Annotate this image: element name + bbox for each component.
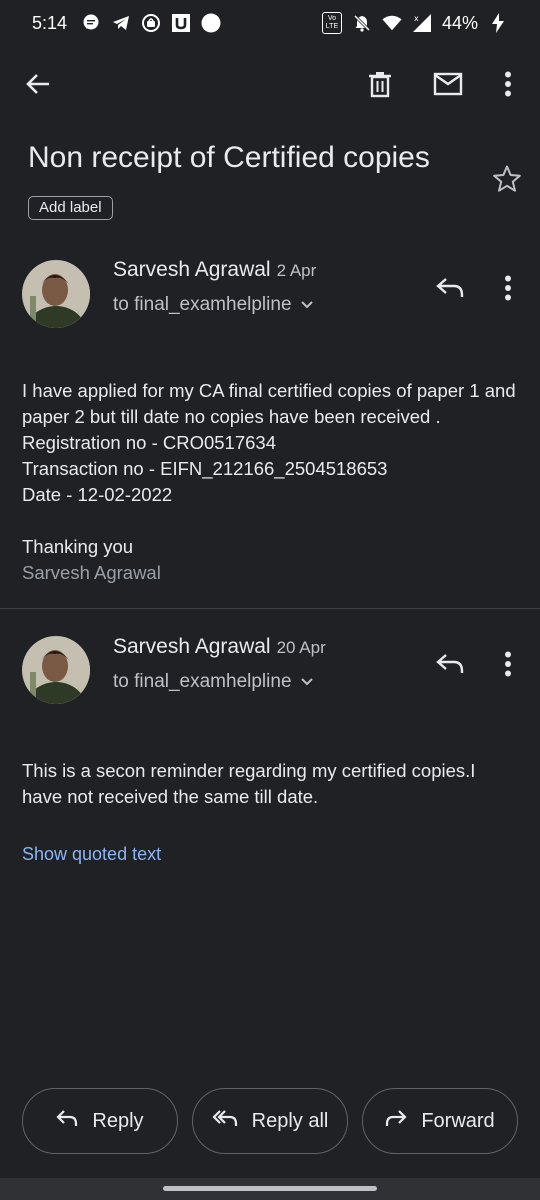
star-button[interactable] — [488, 162, 526, 200]
forward-pill-button[interactable]: Forward — [362, 1088, 518, 1154]
forward-icon — [385, 1109, 407, 1133]
svg-text:x: x — [414, 14, 419, 23]
recipient-details[interactable]: to final_examhelpline — [113, 671, 314, 693]
sender-name: Sarvesh Agrawal 20 Apr — [113, 635, 326, 659]
reply-all-icon — [212, 1109, 238, 1133]
u-app-icon — [171, 13, 191, 33]
sender-name: Sarvesh Agrawal 2 Apr — [113, 258, 316, 282]
more-options-button[interactable] — [486, 64, 530, 108]
avatar[interactable] — [22, 260, 90, 328]
trash-icon — [367, 70, 393, 103]
wifi-icon — [382, 13, 402, 33]
chat-icon — [81, 13, 101, 33]
show-quoted-text-link[interactable]: Show quoted text — [22, 844, 161, 865]
gesture-handle[interactable] — [163, 1186, 377, 1191]
body-line: Date - 12-02-2022 — [22, 484, 173, 505]
delete-button[interactable] — [358, 64, 402, 108]
forward-label: Forward — [421, 1109, 495, 1132]
top-toolbar — [0, 56, 540, 116]
reply-button[interactable] — [428, 644, 472, 688]
reply-icon — [56, 1109, 78, 1133]
reply-all-label: Reply all — [251, 1109, 329, 1132]
status-left: 5:14 — [32, 13, 221, 34]
status-bar: 5:14 Vo LTE x 44% — [0, 0, 540, 46]
bottom-action-bar: Reply Reply all Forward — [0, 1088, 540, 1154]
chevron-down-icon — [300, 671, 314, 693]
recipient-label: to final_examhelpline — [113, 671, 292, 692]
body-line: This is a secon reminder regarding my ce… — [22, 760, 476, 807]
body-line: Transaction no - EIFN_212166_2504518653 — [22, 458, 388, 479]
avatar[interactable] — [22, 636, 90, 704]
reply-button[interactable] — [428, 268, 472, 312]
body-line: Registration no - CRO0517634 — [22, 432, 277, 453]
back-button[interactable] — [16, 64, 60, 108]
charging-bolt-icon — [488, 13, 508, 33]
more-vert-icon — [504, 71, 512, 102]
volte-icon: Vo LTE — [321, 12, 342, 34]
reply-icon — [436, 653, 464, 680]
chevron-down-icon — [300, 294, 314, 316]
status-time: 5:14 — [32, 12, 68, 33]
signature: Sarvesh Agrawal — [22, 562, 161, 583]
email-subject: Non receipt of Certified copies — [28, 141, 430, 174]
arrow-left-icon — [24, 70, 52, 103]
battery-percent: 44% — [441, 12, 478, 33]
status-right: Vo LTE x 44% — [321, 12, 508, 34]
message-more-button[interactable] — [486, 644, 530, 688]
add-label-button[interactable]: Add label — [28, 196, 113, 220]
message-body: This is a secon reminder regarding my ce… — [22, 758, 518, 810]
message-date: 2 Apr — [276, 261, 317, 280]
dot-icon — [201, 13, 221, 33]
bell-off-icon — [352, 13, 372, 33]
reply-all-pill-button[interactable]: Reply all — [192, 1088, 348, 1154]
message-body: I have applied for my CA final certified… — [22, 378, 518, 586]
recipient-label: to final_examhelpline — [113, 294, 292, 315]
reply-pill-button[interactable]: Reply — [22, 1088, 178, 1154]
more-vert-icon — [504, 651, 512, 682]
mail-icon — [433, 72, 463, 101]
message-divider — [0, 608, 540, 609]
recipient-details[interactable]: to final_examhelpline — [113, 294, 314, 316]
body-line — [22, 508, 518, 534]
sender-label: Sarvesh Agrawal — [113, 258, 271, 281]
reply-icon — [436, 277, 464, 304]
signal-icon: x — [412, 13, 432, 33]
body-line: Thanking you — [22, 536, 134, 557]
body-line: I have applied for my CA final certified… — [22, 380, 516, 427]
message-more-button[interactable] — [486, 268, 530, 312]
message-date: 20 Apr — [276, 638, 326, 657]
telegram-icon — [111, 13, 131, 33]
mark-unread-button[interactable] — [426, 64, 470, 108]
reply-label: Reply — [92, 1109, 144, 1132]
star-icon — [492, 164, 522, 199]
shopping-bag-icon — [141, 13, 161, 33]
volte-top: Vo — [327, 15, 337, 22]
sender-label: Sarvesh Agrawal — [113, 635, 271, 658]
more-vert-icon — [504, 275, 512, 306]
volte-bottom: LTE — [325, 23, 339, 30]
